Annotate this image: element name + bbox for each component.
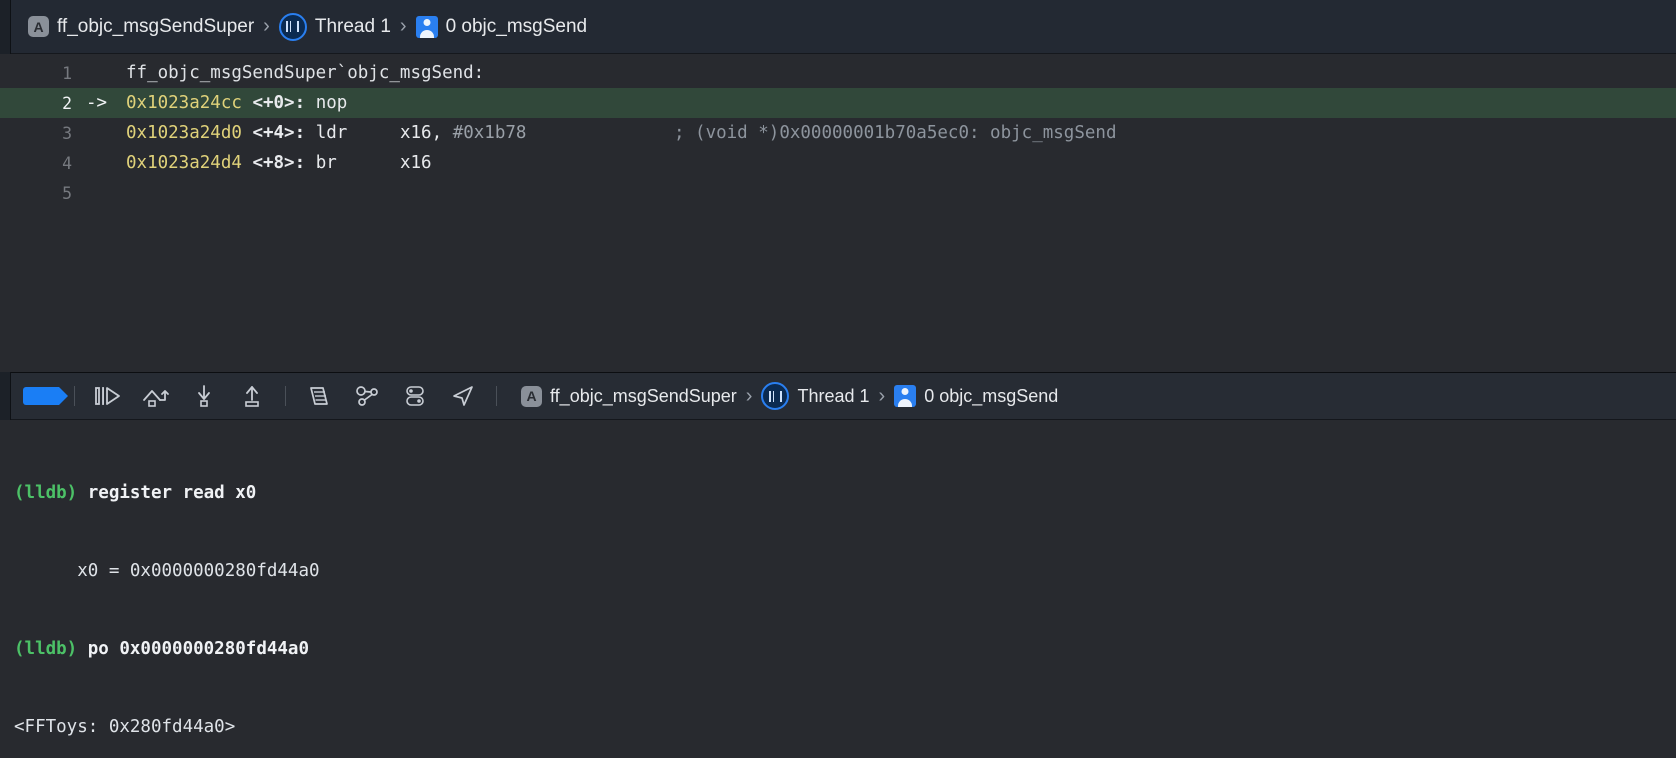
instruction-operands: x16 xyxy=(399,153,432,173)
debug-breadcrumb-item-frame[interactable]: 0 objc_msgSend xyxy=(894,385,1058,407)
breadcrumb: A ff_objc_msgSendSuper › Thread 1 › 0 ob… xyxy=(28,12,588,41)
environment-overrides-button[interactable] xyxy=(392,379,438,413)
chevron-right-icon: › xyxy=(263,15,270,37)
instruction-comment: ; (void *)0x00000001b70a5ec0: objc_msgSe… xyxy=(673,123,1117,143)
console-line: <FFToys: 0x280fd44a0> xyxy=(14,714,1676,740)
console-output: <FFToys: 0x280fd44a0> xyxy=(14,717,236,737)
line-number: 3 xyxy=(62,123,72,143)
editor-jump-bar[interactable]: A ff_objc_msgSendSuper › Thread 1 › 0 ob… xyxy=(0,0,1676,54)
code-row[interactable]: 5 xyxy=(0,178,1676,208)
line-number: 1 xyxy=(62,63,72,83)
current-line-arrow: -> xyxy=(86,93,108,113)
code-row[interactable]: 4 0x1023a24d4 <+8>: br x16 xyxy=(0,148,1676,178)
toolbar-divider xyxy=(74,386,75,406)
debug-breadcrumb-item-thread[interactable]: Thread 1 xyxy=(761,382,870,410)
debug-breadcrumb-thread-label: Thread 1 xyxy=(797,385,870,406)
breadcrumb-item-frame[interactable]: 0 objc_msgSend xyxy=(415,15,588,38)
line-number: 2 xyxy=(62,93,72,113)
step-out-button[interactable] xyxy=(229,379,275,413)
instruction-immediate: #0x1b78 xyxy=(452,123,527,143)
chevron-right-icon: › xyxy=(399,15,407,37)
toolbar-divider xyxy=(285,386,286,406)
thread-icon xyxy=(278,12,307,41)
assembly-source-pane[interactable]: 1 ff_objc_msgSendSuper`objc_msgSend: 2 -… xyxy=(0,54,1676,372)
debug-breadcrumb-frame-label: 0 objc_msgSend xyxy=(924,385,1059,406)
console-command: po 0x0000000280fd44a0 xyxy=(77,639,310,659)
console-command: register read x0 xyxy=(77,483,257,503)
console-line: (lldb) register read x0 xyxy=(14,480,1676,506)
stack-frame-icon xyxy=(894,385,917,407)
thread-icon xyxy=(761,382,790,410)
step-out-icon xyxy=(245,386,259,407)
instruction-mnemonic: br xyxy=(315,153,337,173)
toggle-breakpoints-button[interactable] xyxy=(18,379,68,413)
debug-breadcrumb-item-app[interactable]: A ff_objc_msgSendSuper xyxy=(521,385,737,407)
continue-button[interactable] xyxy=(85,379,131,413)
chevron-right-icon: › xyxy=(745,384,753,407)
chevron-right-icon: › xyxy=(878,384,886,407)
step-over-button[interactable] xyxy=(133,379,179,413)
lldb-prompt: (lldb) xyxy=(14,639,78,659)
step-into-button[interactable] xyxy=(181,379,227,413)
code-row[interactable]: 1 ff_objc_msgSendSuper`objc_msgSend: xyxy=(0,58,1676,88)
memory-graph-icon xyxy=(356,386,378,406)
breakpoint-icon xyxy=(23,387,68,405)
view-hierarchy-button[interactable] xyxy=(296,379,342,413)
console-output: x0 = 0x0000000280fd44a0 xyxy=(14,561,320,581)
debug-toolbar: A ff_objc_msgSendSuper › Thread 1 › 0 ob… xyxy=(0,372,1676,420)
app-icon: A xyxy=(521,385,542,407)
breadcrumb-item-app[interactable]: A ff_objc_msgSendSuper xyxy=(28,16,254,38)
debug-breadcrumb: A ff_objc_msgSendSuper › Thread 1 › 0 ob… xyxy=(521,382,1058,410)
code-symbol-label: ff_objc_msgSendSuper`objc_msgSend: xyxy=(126,63,485,83)
app-icon: A xyxy=(28,16,49,37)
continue-icon xyxy=(95,387,120,405)
code-row[interactable]: 2 -> 0x1023a24cc <+0>: nop xyxy=(0,88,1676,118)
breadcrumb-app-label: ff_objc_msgSendSuper xyxy=(57,15,255,37)
debug-breadcrumb-app-label: ff_objc_msgSendSuper xyxy=(550,385,737,406)
console-line: x0 = 0x0000000280fd44a0 xyxy=(14,558,1676,584)
line-number: 4 xyxy=(62,153,72,173)
code-row[interactable]: 3 0x1023a24d0 <+4>: ldr x16, #0x1b78 ; (… xyxy=(0,118,1676,148)
instruction-operands: x16, xyxy=(399,123,443,143)
instruction-address: 0x1023a24d0 xyxy=(126,123,242,143)
toggles-icon xyxy=(406,386,424,406)
stack-frame-icon xyxy=(415,15,438,38)
instruction-address: 0x1023a24cc xyxy=(126,93,242,113)
instruction-mnemonic: ldr xyxy=(315,123,348,143)
breadcrumb-frame-label: 0 objc_msgSend xyxy=(445,15,588,37)
step-into-icon xyxy=(198,385,210,407)
breadcrumb-item-thread[interactable]: Thread 1 xyxy=(278,12,391,41)
instruction-offset: <+4>: xyxy=(252,123,306,143)
lldb-prompt: (lldb) xyxy=(14,483,78,503)
location-arrow-icon xyxy=(453,386,473,406)
breadcrumb-thread-label: Thread 1 xyxy=(314,15,391,37)
instruction-mnemonic: nop xyxy=(315,93,348,113)
toolbar-divider xyxy=(496,386,497,406)
instruction-offset: <+0>: xyxy=(252,93,306,113)
line-number: 5 xyxy=(62,183,72,203)
instruction-address: 0x1023a24d4 xyxy=(126,153,242,173)
console-line: (lldb) po 0x0000000280fd44a0 xyxy=(14,636,1676,662)
step-over-icon xyxy=(143,390,169,407)
xcode-debugger-window: A ff_objc_msgSendSuper › Thread 1 › 0 ob… xyxy=(0,0,1676,758)
instruction-offset: <+8>: xyxy=(252,153,306,173)
lldb-console[interactable]: (lldb) register read x0 x0 = 0x000000028… xyxy=(0,420,1676,758)
simulate-location-button[interactable] xyxy=(440,379,486,413)
memory-graph-button[interactable] xyxy=(344,379,390,413)
view-hierarchy-icon xyxy=(310,387,328,405)
